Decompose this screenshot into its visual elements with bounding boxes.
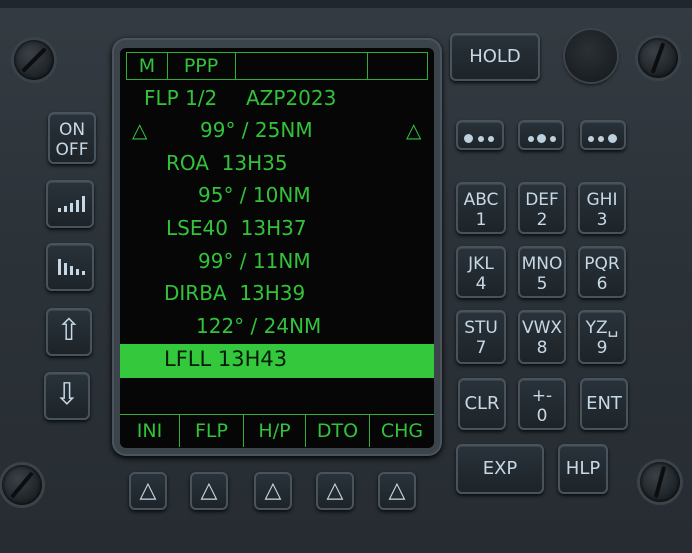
softkey-button-chg[interactable]: △ (378, 472, 416, 510)
top-bar-empty-1 (235, 53, 368, 79)
top-bar-field: PPP (167, 53, 236, 79)
softkey-button-hp[interactable]: △ (254, 472, 292, 510)
leg-bearing-distance: 99° / 11NM (198, 249, 311, 273)
key-stu-7[interactable]: STU 7 (456, 310, 506, 364)
dot-icon (588, 136, 594, 142)
triangle-icon: △ (200, 478, 218, 503)
panel-screw-top-left (14, 40, 54, 80)
brightness-knob[interactable] (565, 30, 617, 82)
softkey-label-flp: FLP (180, 415, 244, 447)
key-yz-space-9[interactable]: YZ␣ 9 (578, 310, 626, 364)
leg-bearing-distance: 122° / 24NM (196, 314, 322, 338)
page-indicator: FLP 1/2 (144, 86, 218, 110)
waypoint-row: DIRBA 13H39 (164, 281, 306, 305)
key-mno-5[interactable]: MNO 5 (518, 246, 566, 298)
waypoint-row: LSE40 13H37 (166, 216, 307, 240)
brightness-up-button[interactable] (46, 180, 94, 228)
panel-screw-bottom-left (2, 465, 42, 505)
arrow-down-icon: ⇩ (54, 377, 80, 412)
softkey-label-ini: INI (120, 415, 180, 447)
select-left-button[interactable] (456, 120, 504, 150)
ent-button[interactable]: ENT (580, 378, 628, 430)
softkey-label-bar: INI FLP H/P DTO CHG (120, 414, 434, 447)
scroll-down-button[interactable]: ⇩ (44, 372, 90, 420)
triangle-icon: △ (139, 478, 157, 503)
select-center-button[interactable] (518, 120, 564, 150)
leg-bearing-distance: 95° / 10NM (198, 183, 311, 207)
softkey-label-dto: DTO (306, 415, 370, 447)
triangle-icon: △ (388, 478, 406, 503)
top-bar-empty-2 (367, 53, 425, 79)
on-off-button[interactable]: ON OFF (48, 112, 96, 164)
panel-screw-top-right (638, 38, 678, 78)
triangle-icon: △ (264, 478, 282, 503)
left-triangle-icon: △ (132, 118, 148, 142)
triangle-icon: △ (326, 478, 344, 503)
key-def-2[interactable]: DEF 2 (518, 182, 566, 234)
clr-button[interactable]: CLR (458, 378, 506, 430)
on-off-label-on: ON (58, 120, 86, 140)
key-abc-1[interactable]: ABC 1 (456, 182, 506, 234)
softkey-label-chg: CHG (380, 420, 424, 442)
top-bar-mode: M (127, 53, 168, 79)
selected-waypoint-label: LFLL 13H43 (164, 347, 288, 371)
softkey-button-dto[interactable]: △ (316, 472, 354, 510)
arrow-up-icon: ⇧ (56, 313, 82, 348)
brightness-down-button[interactable] (46, 243, 94, 291)
route-name: AZP2023 (246, 86, 337, 110)
leg-bearing-distance: 99° / 25NM (200, 118, 313, 142)
softkey-label-hp: H/P (244, 415, 306, 447)
key-ghi-3[interactable]: GHI 3 (578, 182, 626, 234)
hlp-button[interactable]: HLP (558, 444, 608, 494)
panel-screw-bottom-right (640, 462, 680, 502)
key-jkl-4[interactable]: JKL 4 (456, 246, 506, 298)
hold-button[interactable]: HOLD (450, 33, 540, 81)
selected-waypoint-row[interactable]: LFLL 13H43 (120, 344, 434, 378)
dot-icon (528, 136, 534, 142)
waypoint-row: ROA 13H35 (166, 151, 288, 175)
on-off-label-off: OFF (55, 140, 89, 160)
select-right-button[interactable] (580, 120, 626, 150)
right-triangle-icon: △ (406, 118, 422, 142)
dot-icon (464, 134, 473, 143)
cdu-panel: ON OFF ⇧ ⇩ M PPP FLP 1/2 AZP2023 △ △ 99°… (0, 0, 692, 553)
plus-minus-0-button[interactable]: +- 0 (518, 378, 566, 430)
key-vwx-8[interactable]: VWX 8 (518, 310, 566, 364)
softkey-button-ini[interactable]: △ (129, 472, 167, 510)
panel-top-edge (0, 0, 692, 8)
hold-label: HOLD (469, 46, 521, 67)
cdu-display: M PPP FLP 1/2 AZP2023 △ △ 99° / 25NM ROA… (120, 48, 434, 448)
scroll-up-button[interactable]: ⇧ (46, 308, 92, 356)
key-pqr-6[interactable]: PQR 6 (578, 246, 626, 298)
exp-button[interactable]: EXP (456, 444, 544, 494)
display-top-bar: M PPP (126, 52, 428, 80)
softkey-button-flp[interactable]: △ (190, 472, 228, 510)
